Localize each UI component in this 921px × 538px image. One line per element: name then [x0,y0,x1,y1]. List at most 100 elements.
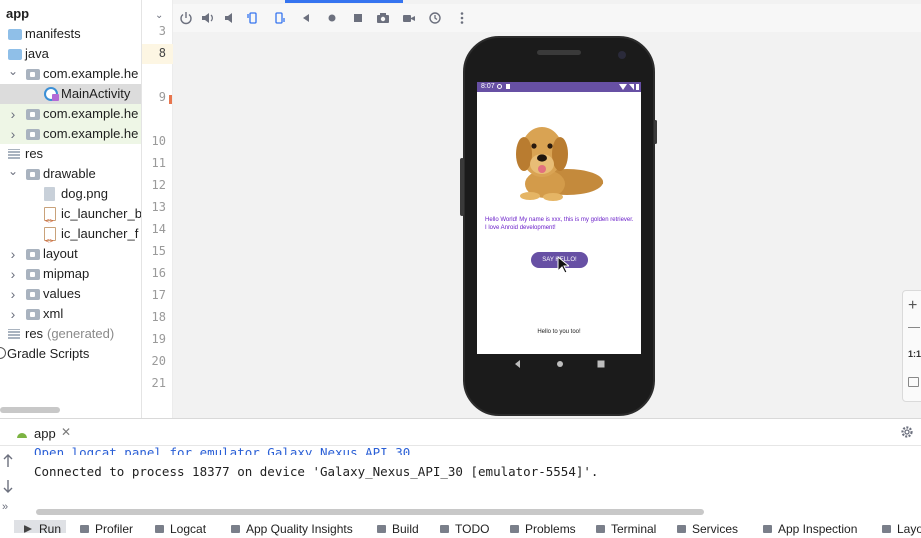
line-number: 10 [151,134,166,148]
tree-item-label: mipmap [43,266,90,281]
tree-item[interactable]: › layout [0,244,141,264]
result-text: Hello to you too! [537,329,581,335]
rotate-left-icon[interactable] [246,11,260,25]
tree-root-label: app [6,6,30,21]
line-number: 16 [151,266,166,280]
tool-window-button[interactable]: Problems [525,522,576,538]
package-icon [26,169,40,180]
tree-item-label: MainActivity [61,86,131,101]
tree-item-label: manifests [25,26,81,41]
tree-item[interactable]: dog.png [0,184,141,204]
tree-item[interactable]: ic_launcher_b [0,204,141,231]
front-camera [618,51,626,59]
snapshot-icon[interactable] [428,11,442,25]
tree-item[interactable]: › values [0,284,141,304]
tree-item[interactable]: › com.example.he [0,124,141,144]
camera-icon[interactable] [376,11,390,25]
tree-item-label: Gradle Scripts [7,346,90,361]
editor-gutter: 389101112131415161718192021 ⌃ [142,0,302,418]
phone-screen[interactable]: 8:07 Hello World! My name is xxx, this i… [477,82,641,354]
tool-window-button[interactable]: Terminal [611,522,656,538]
line-number: 18 [151,310,166,324]
emulator-toolbar [173,4,921,32]
package-icon [26,309,40,320]
tool-window-button[interactable]: Logcat [170,522,206,538]
change-marker [169,95,172,104]
more-icon[interactable] [455,11,469,25]
line-number: 9 [158,90,166,104]
package-icon [26,249,40,260]
volume-down-icon[interactable] [223,11,237,25]
volume-up-icon[interactable] [201,11,215,25]
zoom-out-icon[interactable] [908,327,920,328]
line-number: 20 [151,354,166,368]
rotate-right-icon[interactable] [272,11,286,25]
zoom-controls: + 1:1 [902,290,921,402]
tree-item[interactable]: MainActivity [0,84,141,104]
tool-window-button[interactable]: App Quality Insights [246,522,353,538]
tool-window-button[interactable]: TODO [455,522,489,538]
tree-item[interactable]: › com.example.he [0,104,141,124]
chevron-right-icon[interactable]: › [6,124,20,144]
tree-item[interactable]: › mipmap [0,264,141,284]
tool-window-strip: Run Profiler Logcat App Quality Insights Bui… [0,419,921,536]
nav-back-icon[interactable] [513,359,523,369]
tree-item[interactable]: › xml [0,304,141,324]
tool-window-button[interactable]: Build [392,522,419,538]
greeting-text: Hello World! My name is xxx, this is my … [485,217,634,231]
chevron-down-icon[interactable]: ⌄ [155,10,169,24]
sd-card-icon [506,84,510,89]
mouse-cursor-icon [557,256,569,274]
overview-icon[interactable] [351,11,365,25]
tree-item[interactable]: res [0,144,141,164]
tool-window-button[interactable]: Services [692,522,738,538]
nav-home-icon[interactable] [555,359,565,369]
status-bar: 8:07 [477,82,641,92]
folder-icon [8,49,22,60]
tree-item[interactable]: Gradle Scripts [0,344,141,364]
tool-window-button[interactable]: Layo [897,522,921,538]
tree-item[interactable]: res (generated) [0,324,141,344]
nav-overview-icon[interactable] [596,359,606,369]
folder-icon [8,29,22,40]
line-number: 14 [151,222,166,236]
run-tool-window: app ✕ » Open logcat panel for emulator G… [0,418,921,536]
package-icon [26,129,40,140]
tool-window-button[interactable]: Profiler [95,522,133,538]
tree-item[interactable]: manifests [0,24,141,44]
chevron-down-icon[interactable]: ⌄ [6,64,20,84]
tool-window-button[interactable]: App Inspection [778,522,857,538]
home-icon[interactable] [325,11,339,25]
tree-item[interactable]: ⌄ drawable [0,164,141,184]
package-icon [26,69,40,80]
fit-screen-icon[interactable] [908,377,919,387]
tree-root-app[interactable]: app [0,4,141,24]
gradle-icon [0,347,6,359]
power-icon[interactable] [179,11,193,25]
dog-image [516,127,604,201]
zoom-in-icon[interactable]: + [908,297,917,315]
tree-item[interactable]: ⌄ com.example.he [0,64,141,84]
record-icon[interactable] [402,11,416,25]
tool-window-button[interactable]: Run [39,522,61,538]
zoom-actual-size[interactable]: 1:1 [908,349,921,359]
chevron-right-icon[interactable]: › [6,304,20,324]
tree-item-label: ic_launcher_f [61,226,139,241]
tree-item[interactable]: ic_launcher_f [0,224,141,251]
tree-item-label: xml [43,306,64,321]
line-number: 11 [151,156,166,170]
tree-scrollbar[interactable] [0,407,60,413]
back-icon[interactable] [299,11,313,25]
chevron-right-icon[interactable]: › [6,264,20,284]
phone-frame: 8:07 Hello World! My name is xxx, this i… [460,36,657,416]
chevron-down-icon[interactable]: ⌄ [6,164,20,184]
xml-file-icon [44,207,56,231]
chevron-right-icon[interactable]: › [6,244,20,264]
volume-rocker [460,158,464,216]
tree-item[interactable]: java [0,44,141,64]
chevron-right-icon[interactable]: › [6,284,20,304]
emulator-panel: ⌄ 8:07 Hello World! My name is xxx, this… [155,0,921,418]
xml-file-icon [44,227,56,251]
status-notification-icon [497,84,502,89]
chevron-right-icon[interactable]: › [6,104,20,124]
